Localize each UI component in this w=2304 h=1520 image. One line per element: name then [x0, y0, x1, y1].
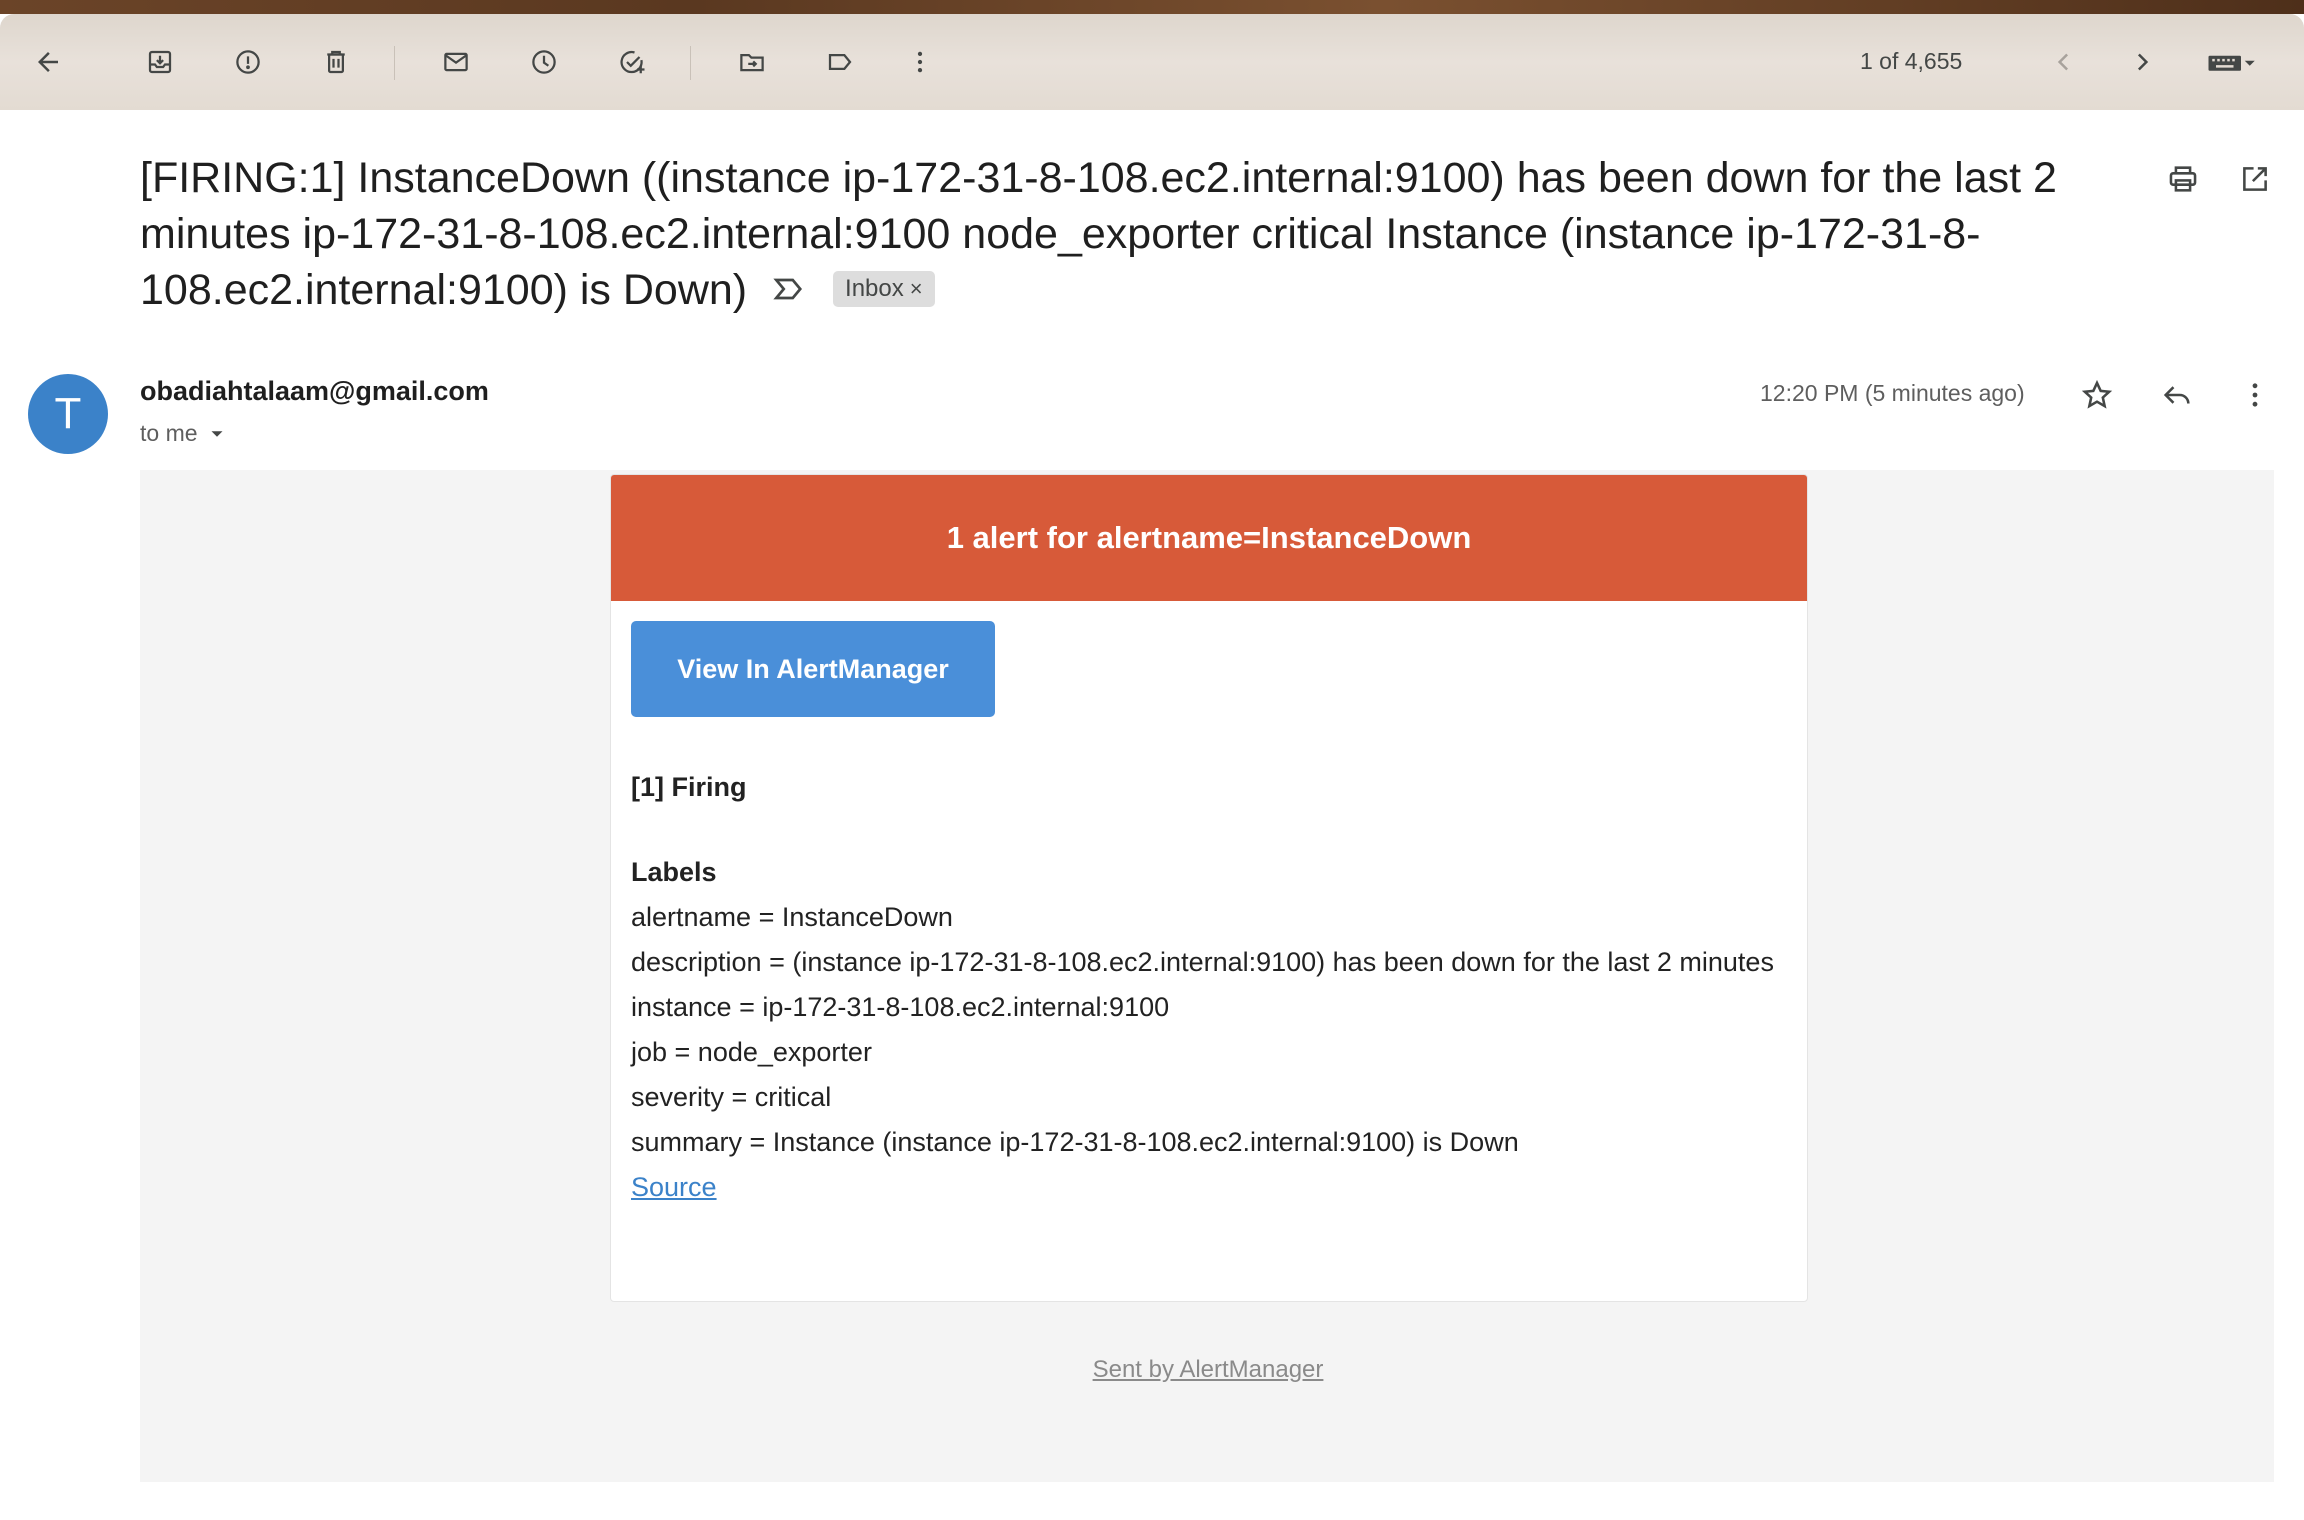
- print-icon[interactable]: [2160, 156, 2206, 202]
- email-body: 1 alert for alertname=InstanceDown View …: [140, 470, 2274, 1482]
- chevron-down-icon: [211, 430, 223, 437]
- open-in-new-window-icon[interactable]: [2232, 156, 2278, 202]
- alert-card: 1 alert for alertname=InstanceDown View …: [610, 474, 1808, 1302]
- label-icon[interactable]: [818, 40, 862, 84]
- reply-icon[interactable]: [2154, 372, 2200, 418]
- archive-icon[interactable]: [138, 40, 182, 84]
- newer-chevron-icon[interactable]: [2042, 40, 2086, 84]
- importance-marker-icon[interactable]: [771, 271, 807, 307]
- label-summary: summary = Instance (instance ip-172-31-8…: [631, 1127, 1519, 1157]
- keyboard-icon[interactable]: [2196, 40, 2266, 84]
- move-to-icon[interactable]: [730, 40, 774, 84]
- mark-unread-icon[interactable]: [434, 40, 478, 84]
- add-task-icon[interactable]: [610, 40, 654, 84]
- snooze-icon[interactable]: [522, 40, 566, 84]
- email-toolbar: 1 of 4,655: [0, 14, 2304, 110]
- sent-by-alertmanager-link[interactable]: Sent by AlertManager: [610, 1356, 1806, 1384]
- view-in-alertmanager-button[interactable]: View In AlertManager: [631, 621, 995, 717]
- report-spam-icon[interactable]: [226, 40, 270, 84]
- more-vert-icon[interactable]: [898, 40, 942, 84]
- email-subject: [FIRING:1] InstanceDown ((instance ip-17…: [140, 150, 2100, 318]
- star-icon[interactable]: [2074, 372, 2120, 418]
- label-description: description = (instance ip-172-31-8-108.…: [631, 947, 1774, 977]
- recipient-details-toggle[interactable]: to me: [140, 420, 228, 447]
- more-vert-icon[interactable]: [2232, 372, 2278, 418]
- label-alertname: alertname = InstanceDown: [631, 902, 953, 932]
- delete-icon[interactable]: [314, 40, 358, 84]
- label-job: job = node_exporter: [631, 1037, 872, 1067]
- sender-email[interactable]: obadiahtalaam@gmail.com: [140, 376, 489, 407]
- alert-banner: 1 alert for alertname=InstanceDown: [611, 475, 1807, 601]
- label-severity: severity = critical: [631, 1082, 832, 1112]
- email-timestamp: 12:20 PM (5 minutes ago): [1760, 380, 2025, 406]
- labels-heading: Labels: [631, 857, 717, 887]
- label-instance: instance = ip-172-31-8-108.ec2.internal:…: [631, 992, 1170, 1022]
- recipient-text: to me: [140, 420, 198, 446]
- sender-avatar[interactable]: T: [28, 374, 108, 454]
- toolbar-divider: [394, 46, 395, 80]
- inbox-label-text: Inbox: [845, 274, 904, 302]
- inbox-label-chip[interactable]: Inbox ×: [833, 270, 935, 307]
- remove-label-icon[interactable]: ×: [910, 276, 923, 301]
- pager-count: 1 of 4,655: [1860, 48, 1963, 74]
- toolbar-divider: [690, 46, 691, 80]
- firing-heading: [1] Firing: [631, 772, 747, 802]
- source-link[interactable]: Source: [631, 1172, 717, 1202]
- alert-details: [1] Firing Labels alertname = InstanceDo…: [631, 765, 1781, 1210]
- desktop-background: [0, 0, 2304, 14]
- older-chevron-icon[interactable]: [2120, 40, 2164, 84]
- subject-text: [FIRING:1] InstanceDown ((instance ip-17…: [140, 154, 2057, 314]
- back-arrow-icon[interactable]: [26, 40, 70, 84]
